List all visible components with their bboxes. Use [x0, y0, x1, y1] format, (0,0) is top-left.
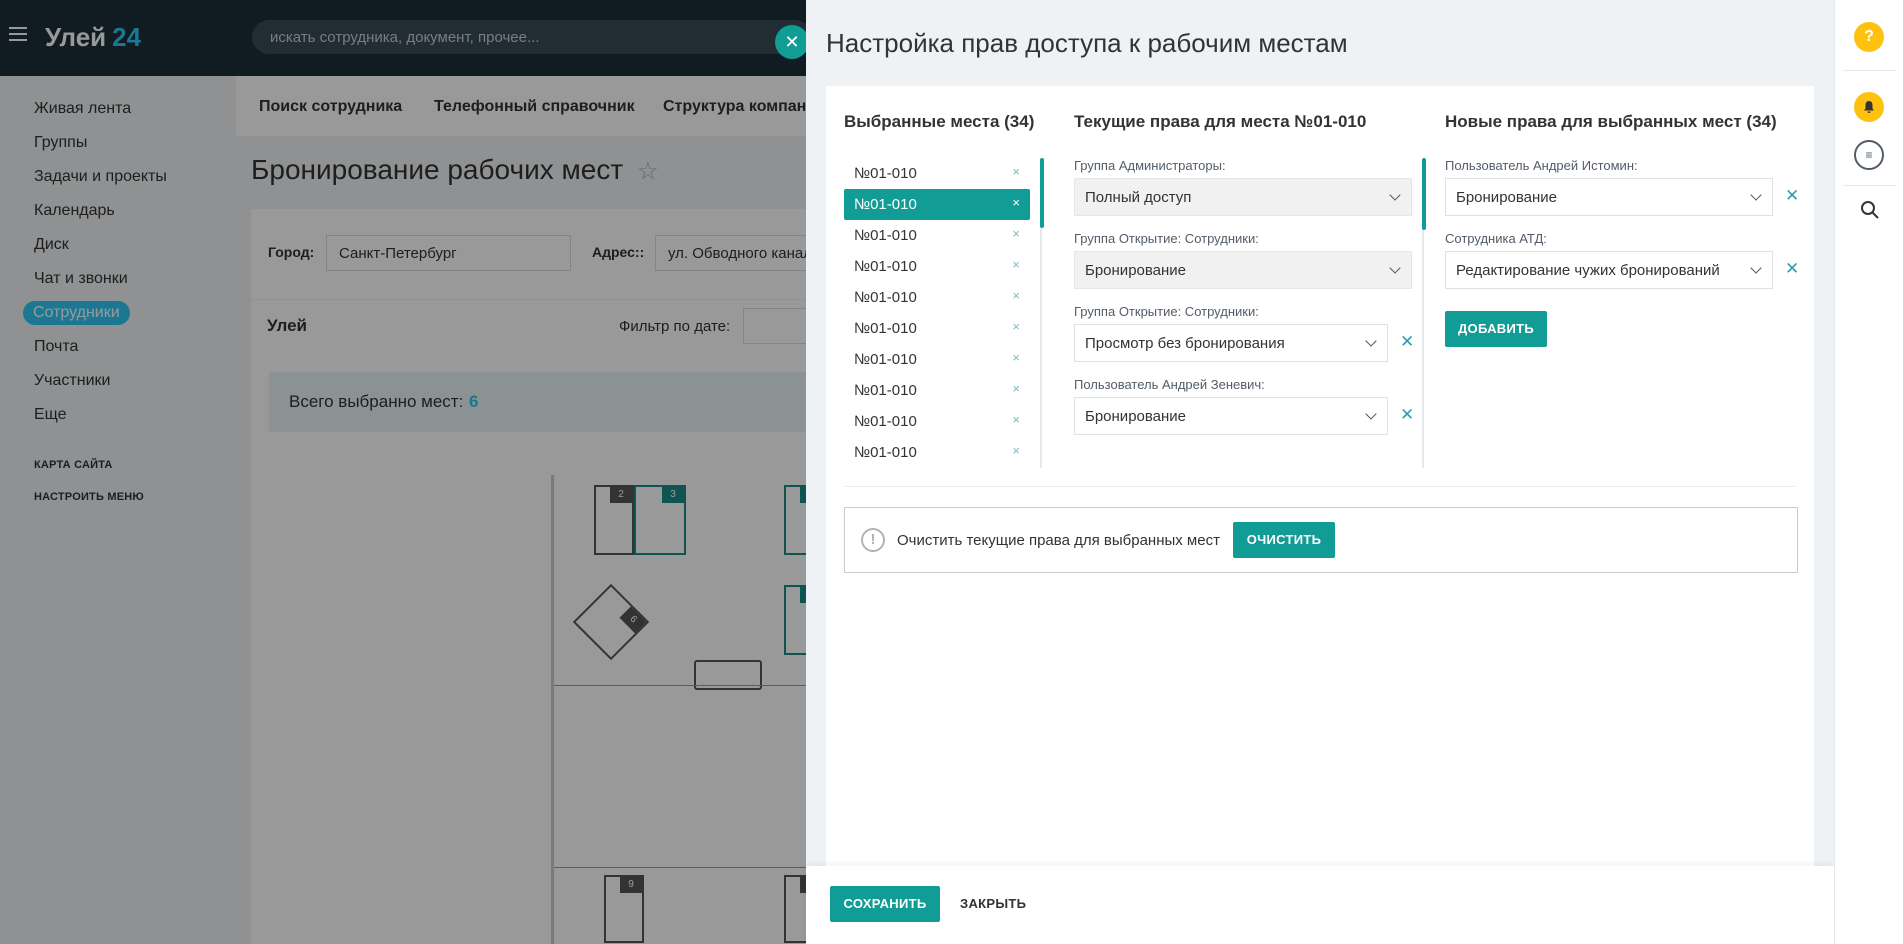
remove-place-icon[interactable]: ×	[1012, 319, 1020, 334]
chevron-down-icon	[1389, 189, 1401, 201]
place-label: №01-010	[854, 258, 917, 275]
new-rights-title: Новые права для выбранных мест (34)	[1445, 112, 1777, 131]
access-rights-panel: Настройка прав доступа к рабочим местам …	[806, 0, 1834, 944]
places-scroll-track	[1040, 228, 1042, 468]
place-label: №01-010	[854, 320, 917, 337]
clear-rights-button[interactable]: ОЧИСТИТЬ	[1233, 522, 1335, 558]
remove-new-right-icon[interactable]: ✕	[1785, 259, 1799, 279]
current-right-label: Группа Открытие: Сотрудники:	[1074, 304, 1259, 319]
current-rights-title: Текущие права для места №01-010	[1074, 112, 1367, 131]
remove-place-icon[interactable]: ×	[1012, 443, 1020, 458]
remove-place-icon[interactable]: ×	[1012, 381, 1020, 396]
place-item[interactable]: №01-010 ×	[844, 282, 1030, 313]
new-right-select[interactable]: Бронирование	[1445, 178, 1773, 216]
place-item[interactable]: №01-010 ×	[844, 406, 1030, 437]
place-item-active[interactable]: №01-010 ×	[844, 189, 1030, 220]
messenger-chat-icon[interactable]: ≡	[1854, 140, 1884, 170]
remove-right-icon[interactable]: ✕	[1400, 332, 1414, 352]
add-right-button[interactable]: ДОБАВИТЬ	[1445, 311, 1547, 347]
remove-place-icon[interactable]: ×	[1012, 412, 1020, 427]
chevron-down-icon	[1750, 189, 1762, 201]
place-item[interactable]: №01-010 ×	[844, 437, 1030, 468]
section-divider	[844, 486, 1796, 487]
new-right-label: Сотрудника АТД:	[1445, 231, 1547, 246]
place-label: №01-010	[854, 227, 917, 244]
place-item[interactable]: №01-010 ×	[844, 375, 1030, 406]
rights-scrollbar[interactable]	[1422, 158, 1426, 230]
place-item[interactable]: №01-010 ×	[844, 344, 1030, 375]
current-right-value: Бронирование	[1085, 408, 1187, 425]
save-button[interactable]: СОХРАНИТЬ	[830, 886, 940, 922]
new-right-select[interactable]: Редактирование чужих бронирований	[1445, 251, 1773, 289]
warning-icon: !	[861, 528, 885, 552]
selected-places-title: Выбранные места (34)	[844, 112, 1035, 131]
new-right-value: Бронирование	[1456, 189, 1558, 206]
current-right-label: Пользователь Андрей Зеневич:	[1074, 377, 1265, 392]
remove-place-icon[interactable]: ×	[1012, 226, 1020, 241]
current-right-value: Полный доступ	[1085, 189, 1192, 206]
current-right-value: Просмотр без бронирования	[1085, 335, 1285, 352]
chevron-down-icon	[1365, 335, 1377, 347]
help-icon[interactable]: ?	[1854, 22, 1884, 52]
place-label: №01-010	[854, 413, 917, 430]
place-item[interactable]: №01-010 ×	[844, 313, 1030, 344]
rights-scroll-track	[1422, 230, 1424, 468]
modal-overlay[interactable]	[0, 0, 806, 944]
clear-rights-box: ! Очистить текущие права для выбранных м…	[844, 507, 1798, 573]
clear-rights-text: Очистить текущие права для выбранных мес…	[897, 532, 1220, 549]
remove-place-icon[interactable]: ×	[1012, 257, 1020, 272]
current-right-select[interactable]: Просмотр без бронирования	[1074, 324, 1388, 362]
notifications-bell-icon[interactable]	[1854, 92, 1884, 122]
chevron-down-icon	[1750, 262, 1762, 274]
new-right-label: Пользователь Андрей Истомин:	[1445, 158, 1638, 173]
rail-divider	[1843, 185, 1896, 186]
current-right-label: Группа Открытие: Сотрудники:	[1074, 231, 1259, 246]
remove-right-icon[interactable]: ✕	[1400, 405, 1414, 425]
selected-places-list: №01-010 × №01-010 × №01-010 × №01-010 × №01-…	[844, 158, 1030, 468]
rail-divider	[1843, 70, 1896, 71]
current-right-select[interactable]: Бронирование	[1074, 251, 1412, 289]
panel-footer: СОХРАНИТЬ ЗАКРЫТЬ	[806, 866, 1834, 944]
current-right-value: Бронирование	[1085, 262, 1187, 279]
place-label: №01-010	[854, 165, 917, 182]
right-rail: ? ≡	[1834, 0, 1903, 944]
current-right-label: Группа Администраторы:	[1074, 158, 1226, 173]
place-label: №01-010	[854, 444, 917, 461]
place-item[interactable]: №01-010 ×	[844, 158, 1030, 189]
remove-place-icon[interactable]: ×	[1012, 195, 1020, 210]
search-icon[interactable]	[1860, 200, 1880, 220]
place-label: №01-010	[854, 351, 917, 368]
place-item[interactable]: №01-010 ×	[844, 220, 1030, 251]
places-scrollbar[interactable]	[1040, 158, 1044, 228]
place-label: №01-010	[854, 196, 917, 213]
current-right-select[interactable]: Бронирование	[1074, 397, 1388, 435]
place-label: №01-010	[854, 289, 917, 306]
place-item[interactable]: №01-010 ×	[844, 251, 1030, 282]
close-button[interactable]: ЗАКРЫТЬ	[960, 886, 1026, 922]
close-slider-icon[interactable]: ✕	[775, 25, 809, 59]
remove-place-icon[interactable]: ×	[1012, 350, 1020, 365]
chevron-down-icon	[1365, 408, 1377, 420]
new-right-value: Редактирование чужих бронирований	[1456, 262, 1720, 279]
panel-title: Настройка прав доступа к рабочим местам	[826, 28, 1348, 58]
chevron-down-icon	[1389, 262, 1401, 274]
current-right-select[interactable]: Полный доступ	[1074, 178, 1412, 216]
place-label: №01-010	[854, 382, 917, 399]
panel-card: Выбранные места (34) №01-010 × №01-010 × №…	[826, 86, 1814, 944]
remove-place-icon[interactable]: ×	[1012, 288, 1020, 303]
remove-new-right-icon[interactable]: ✕	[1785, 186, 1799, 206]
remove-place-icon[interactable]: ×	[1012, 164, 1020, 179]
